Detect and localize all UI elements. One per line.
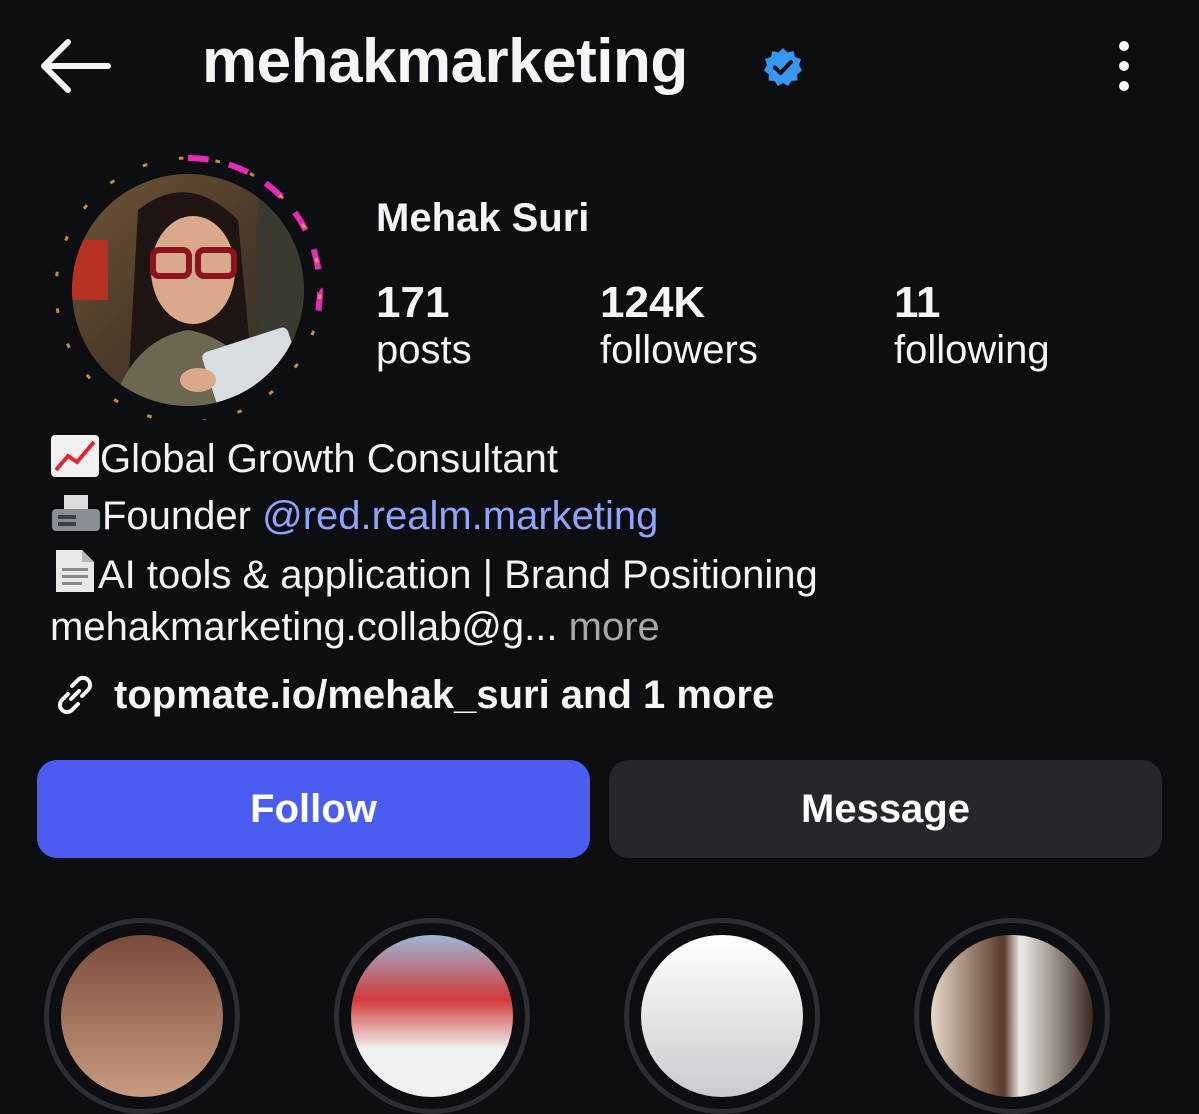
stat-following-value: 11 (894, 278, 941, 327)
avatar-image (52, 154, 324, 426)
bio-line-1: Global Growth Consultant (50, 434, 558, 488)
mention-link[interactable]: @red.realm.marketing (262, 494, 658, 538)
more-options-button[interactable] (1100, 36, 1148, 96)
bio-line-3: AI tools & application | Brand Positioni… (50, 548, 818, 604)
link-icon (50, 670, 100, 720)
profile-username: mehakmarketing (202, 27, 688, 96)
back-arrow-icon (41, 39, 111, 93)
highlight-4-image (931, 935, 1093, 1097)
document-icon (50, 548, 98, 604)
follow-button[interactable]: Follow (37, 760, 590, 858)
highlight-2-image (351, 935, 513, 1097)
profile-display-name: Mehak Suri (376, 196, 590, 240)
bio-line-2: Founder @red.realm.marketing (50, 491, 658, 545)
highlight-3[interactable] (624, 918, 820, 1114)
stat-followers[interactable]: 124K followers (600, 278, 758, 373)
back-button[interactable] (38, 38, 114, 94)
highlight-3-image (641, 935, 803, 1097)
chart-increasing-icon (50, 434, 100, 488)
bio-line-4: mehakmarketing.collab@g... more (50, 605, 660, 649)
message-button[interactable]: Message (609, 760, 1162, 858)
fax-machine-icon (50, 491, 102, 545)
bio-more-link[interactable]: more (569, 605, 660, 649)
stat-followers-value: 124K (600, 278, 706, 327)
verified-badge-icon (762, 46, 804, 88)
stat-posts-value: 171 (376, 278, 450, 327)
profile-avatar[interactable] (48, 150, 338, 426)
highlight-1[interactable] (44, 918, 240, 1114)
more-options-icon (1119, 41, 1129, 91)
external-link[interactable]: topmate.io/mehak_suri and 1 more (50, 670, 774, 720)
stat-posts[interactable]: 171 posts (376, 278, 472, 373)
highlight-1-image (61, 935, 223, 1097)
stat-following[interactable]: 11 following (894, 278, 1050, 373)
stat-following-label: following (894, 328, 1050, 372)
stat-posts-label: posts (376, 328, 472, 372)
highlight-4[interactable] (914, 918, 1110, 1114)
stat-followers-label: followers (600, 328, 758, 372)
highlight-2[interactable] (334, 918, 530, 1114)
